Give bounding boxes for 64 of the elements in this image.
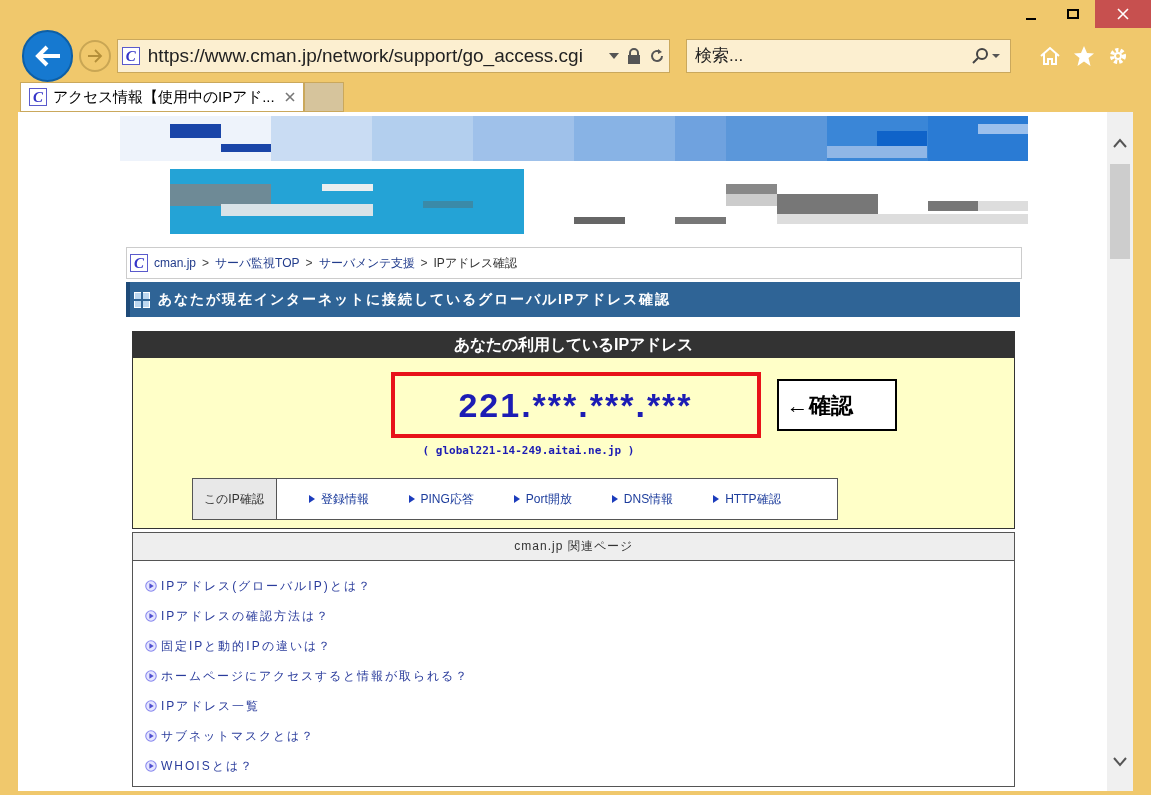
triangle-bullet-icon (308, 494, 315, 503)
related-title: cman.jp 関連ページ (514, 538, 633, 555)
site-logo-icon: C (121, 47, 140, 65)
breadcrumb-link[interactable]: cman.jp (154, 254, 197, 272)
new-tab-button[interactable] (304, 82, 344, 112)
scroll-down-icon[interactable] (1113, 757, 1127, 767)
related-link[interactable]: IPアドレスの確認方法は？ (145, 606, 1014, 625)
tool-link[interactable]: DNS情報 (611, 489, 674, 508)
page-heading: あなたが現在インターネットに接続しているグローバルIPアドレス確認 (158, 290, 672, 309)
tool-link[interactable]: Port開放 (513, 489, 572, 508)
related-link[interactable]: 固定IPと動的IPの違いは？ (145, 636, 1014, 655)
forward-button[interactable] (79, 40, 111, 72)
triangle-bullet-icon (611, 494, 618, 503)
browser-tab[interactable]: C アクセス情報【使用中のIPアド... (20, 82, 304, 112)
panel-title: あなたの利用しているIPアドレス (453, 335, 694, 356)
dropdown-caret-icon[interactable] (608, 53, 619, 59)
triangle-bullet-icon (513, 494, 520, 503)
home-icon[interactable] (1039, 46, 1061, 66)
triangle-bullet-icon (713, 494, 720, 503)
search-placeholder: 検索... (694, 45, 745, 68)
play-circle-icon (145, 699, 157, 712)
lock-icon (626, 48, 641, 64)
star-icon[interactable] (1073, 45, 1095, 67)
address-field[interactable]: C https://www.cman.jp/network/support/go_access.cgi (116, 39, 670, 73)
breadcrumb-link[interactable]: IPアドレス確認 (433, 254, 517, 272)
scrollbar[interactable] (1107, 112, 1133, 791)
grid-icon (134, 291, 150, 308)
breadcrumb-separator: > (420, 255, 428, 272)
breadcrumb-separator: > (202, 255, 210, 272)
related-link[interactable]: サブネットマスクとは？ (145, 726, 1014, 745)
breadcrumb-separator: > (305, 255, 313, 272)
tool-link[interactable]: PING応答 (408, 489, 474, 508)
arrow-left-icon (33, 44, 62, 68)
triangle-bullet-icon (408, 494, 415, 503)
breadcrumb-link[interactable]: サーバ監視TOP (215, 254, 300, 272)
search-field[interactable]: 検索... (685, 39, 1011, 73)
settings-icon[interactable] (1107, 45, 1129, 67)
ip-address: 221.***.***.*** (458, 384, 693, 426)
play-circle-icon (145, 609, 157, 622)
site-logo-icon: C (29, 88, 47, 106)
tool-link[interactable]: HTTP確認 (713, 489, 781, 508)
back-button[interactable] (22, 30, 74, 82)
related-link[interactable]: IPアドレス一覧 (145, 696, 1014, 715)
play-circle-icon (145, 729, 157, 742)
tool-link[interactable]: 登録情報 (308, 489, 369, 508)
close-tab-icon[interactable] (285, 92, 295, 102)
play-circle-icon (145, 669, 157, 682)
play-circle-icon (145, 579, 157, 592)
search-icon[interactable] (972, 48, 1002, 64)
play-circle-icon (145, 759, 157, 772)
hostname: ( global221-14-249.aitai.ne.jp ) (422, 443, 635, 459)
scroll-up-icon[interactable] (1113, 138, 1127, 148)
related-link[interactable]: IPアドレス(グローバルIP)とは？ (145, 576, 1014, 595)
url-text: https://www.cman.jp/network/support/go_access.cgi (147, 43, 584, 69)
related-link[interactable]: WHOISとは？ (145, 756, 1014, 775)
refresh-icon[interactable] (648, 48, 665, 64)
arrow-right-icon (87, 49, 103, 63)
scroll-thumb[interactable] (1110, 164, 1130, 259)
annotation-label: ←確認 (776, 379, 897, 431)
related-link[interactable]: ホームページにアクセスすると情報が取られる？ (145, 666, 1014, 685)
breadcrumb-link[interactable]: サーバメンテ支援 (318, 254, 415, 272)
tools-label: このIP確認 (192, 478, 277, 519)
play-circle-icon (145, 639, 157, 652)
site-logo-icon: C (130, 254, 148, 272)
